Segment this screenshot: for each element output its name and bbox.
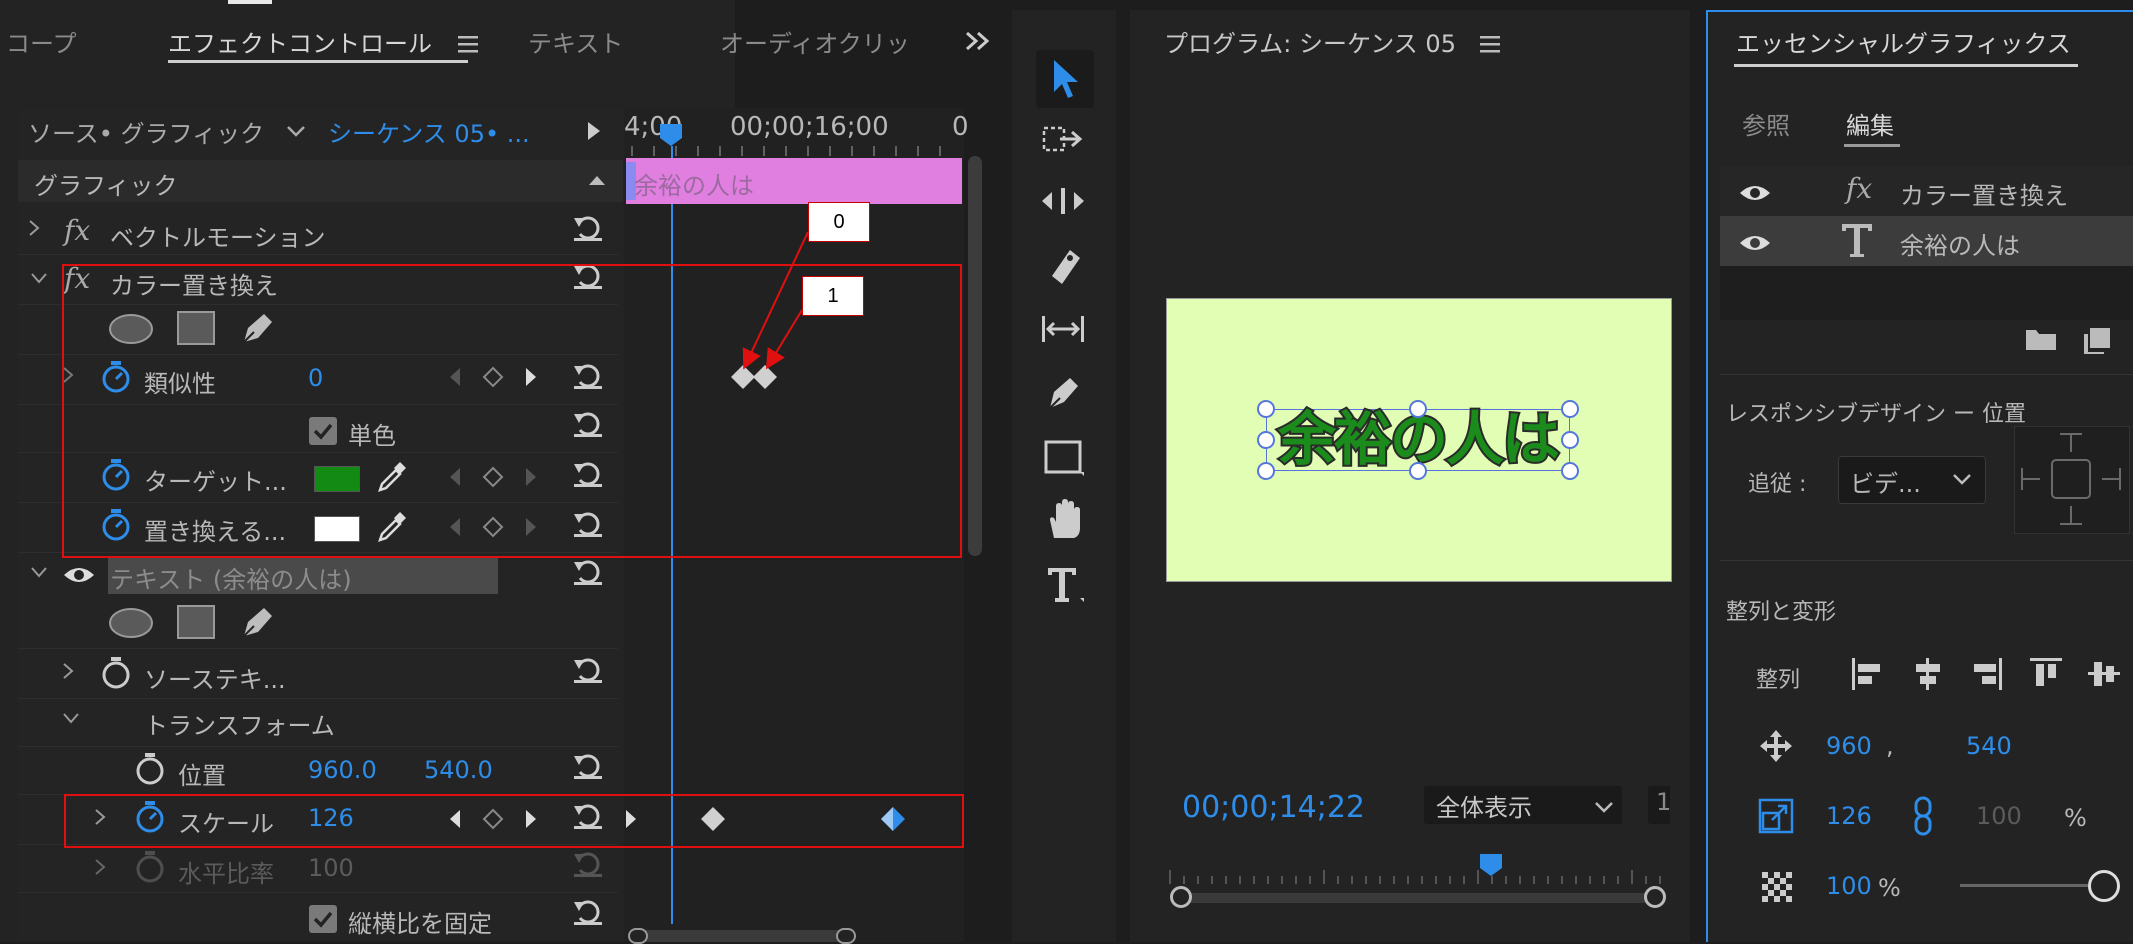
transform-handles[interactable] (1256, 398, 1580, 482)
hamburger-menu-icon[interactable] (1480, 34, 1502, 54)
type-tool-icon[interactable] (1044, 564, 1086, 606)
program-zoom-handle[interactable] (1644, 886, 1666, 908)
track-select-tool-icon[interactable] (1042, 122, 1086, 158)
eye-visibility-icon[interactable] (1738, 182, 1772, 204)
layer-1-label: カラー置き換え (1900, 182, 2068, 210)
position-move-icon (1758, 728, 1794, 764)
opacity-checker-icon (1762, 872, 1792, 902)
program-scrubber-ticks (1169, 870, 1661, 884)
tab-browse[interactable]: 参照 (1742, 106, 1790, 141)
fx-icon: fx (1846, 172, 1873, 205)
essential-graphics-title[interactable]: エッセンシャルグラフィックス (1736, 24, 2071, 59)
row-divider (1720, 374, 2133, 375)
program-title: プログラム: シーケンス 05 (1164, 30, 1456, 58)
resolution-fragment: 1 (1656, 788, 1672, 816)
opacity-slider-track[interactable] (1960, 884, 2102, 887)
eg-position-y[interactable]: 540 (1966, 732, 2012, 760)
program-playhead[interactable] (1478, 852, 1504, 878)
edit-tab-underline (1844, 144, 1900, 147)
align-label: 整列 (1756, 668, 1801, 693)
razor-tool-icon[interactable] (1044, 246, 1082, 286)
program-timecode[interactable]: 00;00;14;22 (1182, 790, 1365, 825)
text-layer-icon (1840, 222, 1874, 258)
link-chain-icon[interactable] (1910, 796, 1936, 836)
ripple-edit-tool-icon[interactable] (1040, 184, 1086, 218)
eg-scale-locked-value: 100 (1976, 802, 2022, 830)
program-zoom-handle[interactable] (1170, 886, 1192, 908)
pen-tool-icon[interactable] (1044, 372, 1084, 414)
eg-scale-percent: % (2064, 804, 2087, 832)
layer-2-label: 余裕の人は (1900, 232, 2020, 260)
new-layer-icon[interactable] (2082, 326, 2112, 354)
align-right-icon[interactable] (1968, 656, 2004, 692)
hand-tool-icon[interactable] (1044, 498, 1086, 542)
align-center-v-icon[interactable] (2086, 656, 2122, 692)
eg-position-comma: , (1886, 732, 1894, 760)
eg-scale-value[interactable]: 126 (1826, 802, 1872, 830)
fit-dropdown-label: 全体表示 (1436, 794, 1532, 822)
pin-edges-diagram[interactable] (2014, 426, 2128, 532)
rectangle-tool-icon[interactable] (1044, 438, 1086, 478)
follow-dropdown-value: ビデ... (1850, 470, 1921, 498)
responsive-design-label: レスポンシブデザイン ー 位置 (1726, 402, 2026, 427)
active-tab-underline (1734, 64, 2078, 67)
eg-opacity-percent: % (1878, 874, 1901, 902)
eye-visibility-icon[interactable] (1738, 232, 1772, 254)
eg-opacity-value[interactable]: 100 (1826, 872, 1872, 900)
row-divider (1720, 560, 2133, 561)
chevron-down-icon (1952, 472, 1972, 486)
align-center-h-icon[interactable] (1910, 656, 1946, 692)
eg-position-x[interactable]: 960 (1826, 732, 1872, 760)
selection-tool-icon[interactable] (1050, 58, 1080, 100)
chevron-down-icon (1594, 800, 1614, 814)
callout-arrows (742, 231, 809, 370)
new-group-folder-icon[interactable] (2024, 326, 2058, 352)
align-transform-title: 整列と変形 (1726, 600, 1837, 625)
program-zoom-bar[interactable] (1180, 893, 1656, 903)
opacity-slider-handle[interactable] (2088, 870, 2120, 902)
align-top-icon[interactable] (2028, 656, 2064, 692)
follow-label: 追従 : (1748, 472, 1807, 497)
scale-icon (1758, 798, 1794, 834)
slip-tool-icon[interactable] (1040, 312, 1086, 346)
tab-edit[interactable]: 編集 (1846, 106, 1894, 141)
align-left-icon[interactable] (1850, 656, 1886, 692)
